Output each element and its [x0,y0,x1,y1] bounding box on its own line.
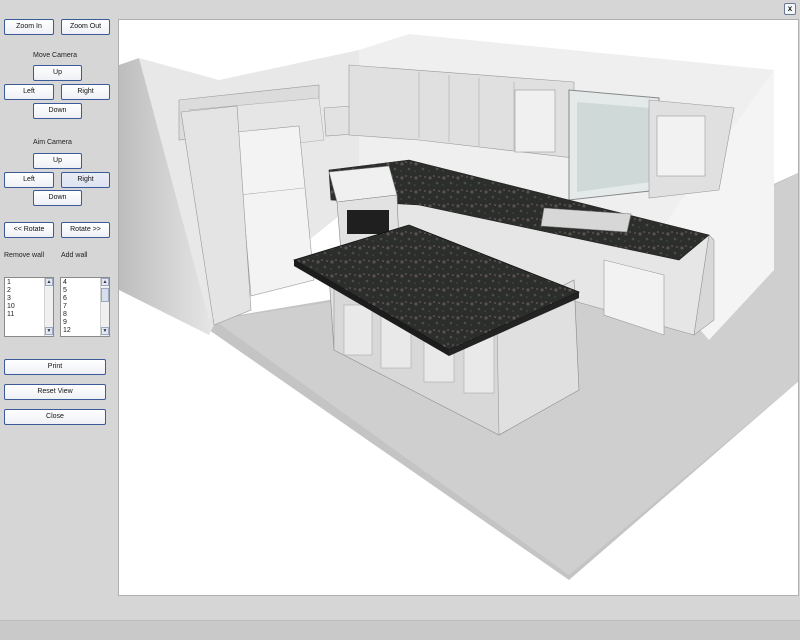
list-item[interactable]: 10 [7,303,15,311]
kitchen-render-icon [119,34,798,580]
rotate-left-button[interactable]: << Rotate [4,222,54,238]
move-camera-right-button[interactable]: Right [61,84,110,100]
print-button[interactable]: Print [4,359,106,375]
aim-camera-left-button[interactable]: Left [4,172,54,188]
rotate-right-button[interactable]: Rotate >> [61,222,110,238]
remove-wall-list[interactable]: 1 2 3 10 11 ▲ ▼ [4,277,54,337]
aim-camera-heading: Aim Camera [33,139,72,146]
add-wall-scrollbar[interactable]: ▲ ▼ [100,278,109,336]
scroll-up-icon[interactable]: ▲ [45,278,53,286]
3d-kitchen-viewport[interactable] [118,19,799,596]
reset-view-button[interactable]: Reset View [4,384,106,400]
list-item[interactable]: 2 [7,287,15,295]
status-bar [0,620,800,640]
zoom-out-button[interactable]: Zoom Out [61,19,110,35]
move-camera-up-button[interactable]: Up [33,65,82,81]
move-camera-left-button[interactable]: Left [4,84,54,100]
aim-camera-right-button[interactable]: Right [61,172,110,188]
zoom-in-button[interactable]: Zoom In [4,19,54,35]
scroll-up-icon[interactable]: ▲ [101,278,109,286]
list-item[interactable]: 9 [63,319,71,327]
list-item[interactable]: 1 [7,279,15,287]
scroll-down-icon[interactable]: ▼ [45,327,53,335]
list-item[interactable]: 12 [63,327,71,335]
aim-camera-up-button[interactable]: Up [33,153,82,169]
close-button[interactable]: Close [4,409,106,425]
add-wall-list[interactable]: 4 5 6 7 8 9 12 ▲ ▼ [60,277,110,337]
move-camera-heading: Move Camera [33,52,77,59]
list-item[interactable]: 11 [7,311,15,319]
list-item[interactable]: 7 [63,303,71,311]
scroll-thumb[interactable] [101,288,109,302]
close-window-button[interactable]: x [784,3,796,15]
remove-wall-label: Remove wall [4,252,45,259]
list-item[interactable]: 4 [63,279,71,287]
list-item[interactable]: 8 [63,311,71,319]
aim-camera-down-button[interactable]: Down [33,190,82,206]
list-item[interactable]: 6 [63,295,71,303]
add-wall-label: Add wall [61,252,88,259]
remove-wall-scrollbar[interactable]: ▲ ▼ [44,278,53,336]
move-camera-down-button[interactable]: Down [33,103,82,119]
kitchen-viewer-window: x Zoom In Zoom Out Move Camera Up Left R… [0,0,800,620]
list-item[interactable]: 5 [63,287,71,295]
scroll-down-icon[interactable]: ▼ [101,327,109,335]
list-item[interactable]: 3 [7,295,15,303]
